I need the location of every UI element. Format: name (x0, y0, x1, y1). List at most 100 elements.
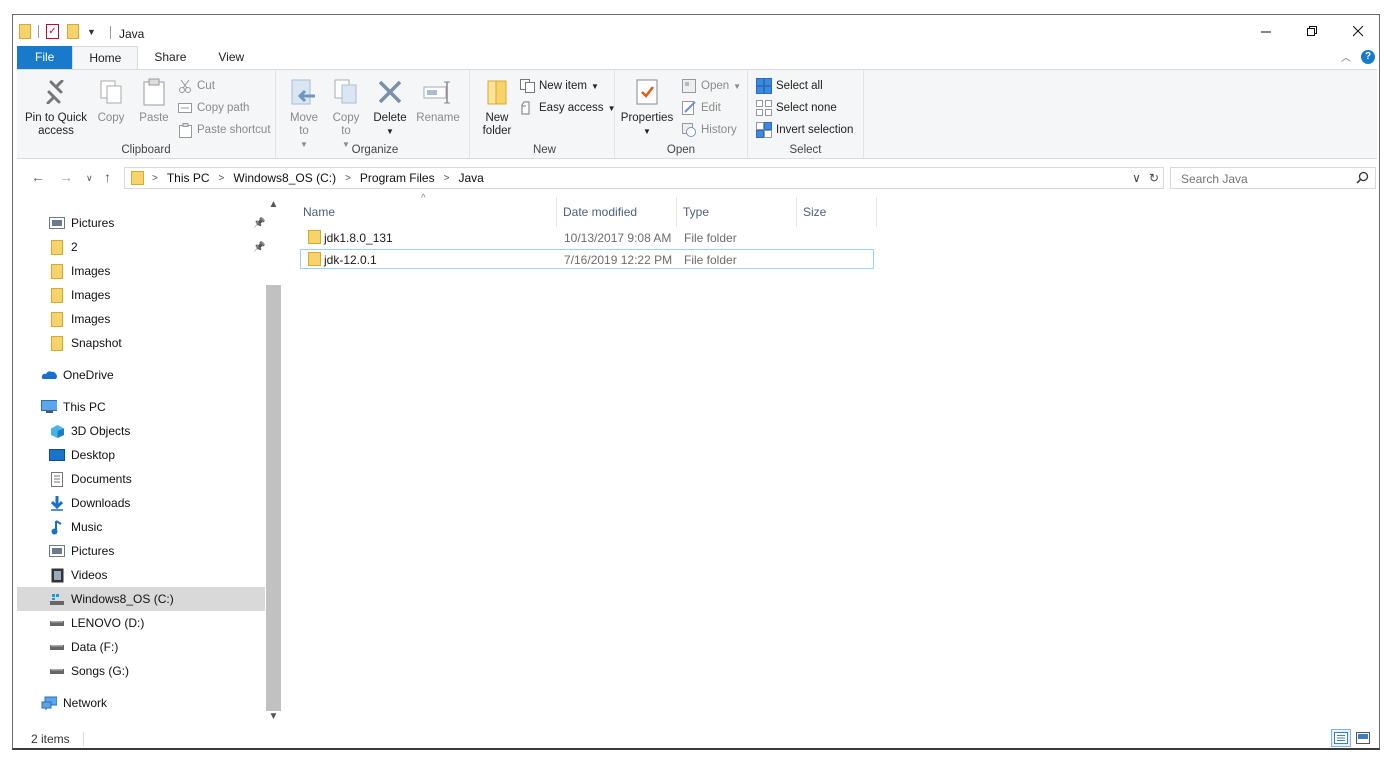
delete-button[interactable]: Delete ▼ (371, 74, 409, 138)
breadcrumb-separator[interactable]: > (345, 173, 351, 184)
nav-item-pictures[interactable]: Pictures 📌 (17, 211, 265, 235)
scroll-up-icon[interactable]: ▲ (267, 199, 280, 210)
nav-item-pictures[interactable]: Pictures (17, 539, 265, 563)
back-arrow-icon[interactable]: ← (31, 169, 45, 185)
new-group: New folder New item ▼ Easy access ▼ New (475, 70, 615, 158)
cut-button[interactable]: Cut (177, 78, 215, 94)
breadcrumb-separator[interactable]: > (219, 173, 225, 184)
scroll-thumb[interactable] (266, 285, 281, 711)
rename-button[interactable]: Rename (415, 74, 461, 125)
select-none-icon (756, 100, 772, 116)
copy-path-button[interactable]: Copy path (177, 100, 249, 116)
invert-selection-button[interactable]: Invert selection (756, 122, 853, 138)
nav-item-label: Documents (71, 472, 132, 486)
nav-item-onedrive[interactable]: OneDrive (17, 363, 265, 387)
nav-item-downloads[interactable]: Downloads (17, 491, 265, 515)
nav-item-videos[interactable]: Videos (17, 563, 265, 587)
nav-item-images[interactable]: Images (17, 259, 265, 283)
select-group-label: Select (789, 144, 822, 156)
toolbar-divider (38, 25, 39, 38)
breadcrumb-java[interactable]: Java (458, 171, 483, 185)
file-row[interactable]: jdk1.8.0_131 10/13/2017 9:08 AM File fol… (300, 228, 874, 248)
nav-item-network[interactable]: Network (17, 691, 265, 715)
pin-icon[interactable]: 📌 (253, 218, 265, 229)
nav-item-label: This PC (63, 400, 106, 414)
navigation-scrollbar[interactable]: ▲ ▼ (265, 195, 282, 727)
paste-button[interactable]: Paste (135, 74, 173, 125)
new-folder-icon[interactable] (67, 24, 79, 39)
select-none-button[interactable]: Select none (756, 100, 837, 116)
move-to-button[interactable]: Move to ▼ (287, 74, 321, 151)
restore-button[interactable] (1289, 15, 1335, 47)
invert-selection-label: Invert selection (776, 124, 854, 136)
nav-item-2[interactable]: 2 📌 (17, 235, 265, 259)
nav-item-desktop[interactable]: Desktop (17, 443, 265, 467)
paste-shortcut-button[interactable]: Paste shortcut (177, 122, 271, 138)
nav-item-images[interactable]: Images (17, 283, 265, 307)
column-header-date-modified[interactable]: Date modified (557, 197, 677, 227)
collapse-ribbon-icon[interactable]: ︿ (1341, 49, 1351, 64)
address-history-dropdown-icon[interactable]: ∨ (1132, 171, 1141, 185)
tab-view[interactable]: View (202, 46, 260, 69)
nav-item-songs-g[interactable]: Songs (G:) (17, 659, 265, 683)
easy-access-button[interactable]: Easy access ▼ (519, 100, 615, 116)
new-item-button[interactable]: New item ▼ (519, 78, 599, 94)
properties-check-icon[interactable]: ✓ (46, 24, 59, 39)
address-bar[interactable]: > This PC > Windows8_OS (C:) > Program F… (124, 167, 1164, 189)
up-arrow-icon[interactable]: ↑ (104, 169, 111, 185)
history-icon (681, 122, 697, 138)
copy-button[interactable]: Copy (93, 74, 129, 125)
open-button[interactable]: Open ▼ (681, 78, 741, 94)
tab-share[interactable]: Share (138, 46, 202, 69)
copy-to-button[interactable]: Copy to ▼ (329, 74, 363, 151)
pin-icon[interactable]: 📌 (253, 242, 265, 253)
rename-label: Rename (416, 112, 460, 124)
search-icon[interactable] (1356, 171, 1369, 187)
file-row[interactable]: jdk-12.0.1 7/16/2019 12:22 PM File folde… (300, 249, 874, 269)
select-all-button[interactable]: Select all (756, 78, 823, 94)
edit-button[interactable]: Edit (681, 100, 721, 116)
details-view-button[interactable] (1331, 729, 1351, 747)
close-button[interactable] (1335, 15, 1379, 47)
nav-item-windows8-os-c[interactable]: Windows8_OS (C:) (17, 587, 265, 611)
nav-item-snapshot[interactable]: Snapshot (17, 331, 265, 355)
window-title: Java (119, 27, 145, 41)
help-icon[interactable]: ? (1361, 49, 1375, 64)
breadcrumb-program-files[interactable]: Program Files (360, 171, 435, 185)
breadcrumb-this-pc[interactable]: This PC (167, 171, 210, 185)
search-input[interactable] (1179, 169, 1353, 189)
pin-to-quick-access-button[interactable]: Pin to Quick access (23, 74, 89, 138)
system-drive-icon (49, 591, 65, 607)
nav-item-3d-objects[interactable]: 3D Objects (17, 419, 265, 443)
minimize-button[interactable] (1243, 15, 1289, 47)
search-box[interactable] (1170, 167, 1376, 189)
breadcrumb-separator[interactable]: > (444, 173, 450, 184)
column-header-name[interactable]: Name (297, 197, 557, 227)
open-dropdown-icon: ▼ (733, 81, 742, 91)
column-header-type[interactable]: Type (677, 197, 797, 227)
tab-home[interactable]: Home (72, 46, 139, 69)
nav-item-documents[interactable]: Documents (17, 467, 265, 491)
large-icons-view-button[interactable] (1353, 729, 1373, 747)
large-icons-view-icon (1356, 732, 1370, 744)
drive-icon (49, 615, 65, 631)
recent-locations-icon[interactable]: ∨ (86, 173, 93, 184)
forward-arrow-icon[interactable]: → (59, 169, 73, 185)
breadcrumb-windows8-os[interactable]: Windows8_OS (C:) (233, 171, 336, 185)
new-folder-button[interactable]: New folder (479, 74, 515, 138)
scroll-down-icon[interactable]: ▼ (267, 711, 280, 722)
history-button[interactable]: History (681, 122, 737, 138)
nav-item-data-f[interactable]: Data (F:) (17, 635, 265, 659)
tab-file[interactable]: File (17, 46, 73, 69)
column-header-size[interactable]: Size (797, 197, 877, 227)
nav-item-lenovo-d[interactable]: LENOVO (D:) (17, 611, 265, 635)
properties-button[interactable]: Properties ▼ (619, 74, 675, 138)
nav-item-images[interactable]: Images (17, 307, 265, 331)
title-bar: ✓ ▼ Java (13, 15, 1379, 47)
refresh-icon[interactable]: ↻ (1149, 171, 1159, 185)
nav-item-music[interactable]: Music (17, 515, 265, 539)
properties-icon (631, 76, 663, 108)
nav-item-label: Windows8_OS (C:) (71, 592, 174, 606)
customize-toolbar-icon[interactable]: ▼ (87, 27, 96, 37)
nav-item-this-pc[interactable]: This PC (17, 395, 265, 419)
